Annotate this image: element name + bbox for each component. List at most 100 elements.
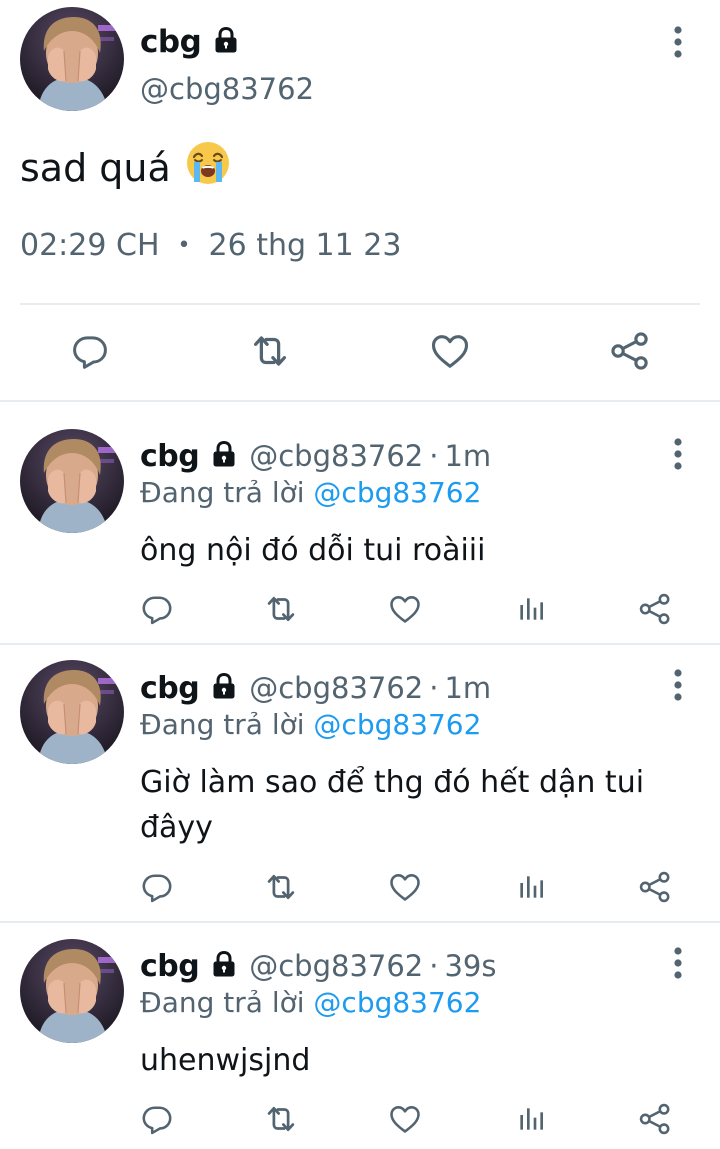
header-separator: · (429, 949, 439, 983)
main-tweet: cbg @cbg83762 sad quá 02:29 CH • 26 thg … (0, 0, 720, 401)
retweet-icon (262, 590, 300, 632)
share-button[interactable] (633, 1099, 677, 1143)
lock-icon (209, 671, 239, 705)
like-button[interactable] (383, 867, 427, 911)
avatar[interactable] (20, 429, 124, 533)
divider (20, 303, 700, 305)
reply-button[interactable] (66, 325, 114, 381)
share-icon (637, 1101, 673, 1141)
reply-tweet[interactable]: cbg @cbg83762 · 1m Đang trả lời @cbg8376… (0, 645, 720, 921)
author-name[interactable]: cbg (140, 671, 200, 706)
retweet-icon (247, 328, 293, 378)
like-button[interactable] (383, 1099, 427, 1143)
replying-to-label: Đang trả lời (140, 476, 305, 509)
tweet-text-content: sad quá (20, 145, 171, 190)
reply-tweet[interactable]: cbg @cbg83762 · 1m Đang trả lời @cbg8376… (0, 402, 720, 643)
reply-button[interactable] (135, 1099, 179, 1143)
reply-text: uhenwjsjnd (140, 1043, 311, 1078)
replying-to-mention[interactable]: @cbg83762 (313, 986, 481, 1019)
author-handle[interactable]: @cbg83762 (249, 949, 423, 983)
reply-bubble-icon (69, 330, 111, 376)
bar-chart-icon (515, 871, 547, 907)
retweet-button[interactable] (259, 1099, 303, 1143)
reply-text: ông nội đó dỗi tui roàiii (140, 533, 486, 568)
reply-time[interactable]: 39s (444, 949, 496, 983)
lock-icon (209, 439, 239, 473)
reply-header: cbg @cbg83762 · 1m (140, 434, 491, 478)
share-icon (608, 329, 652, 377)
reply-header: cbg @cbg83762 · 39s (140, 944, 496, 988)
tweet-date: 26 thg 11 23 (208, 228, 402, 263)
reply-time[interactable]: 1m (444, 439, 491, 473)
lock-icon (209, 949, 239, 983)
more-vertical-icon (664, 457, 692, 476)
share-icon (637, 591, 673, 631)
author-handle[interactable]: @cbg83762 (249, 671, 423, 705)
tweet-time: 02:29 CH (20, 228, 160, 263)
author-name[interactable]: cbg (140, 949, 200, 984)
share-button[interactable] (633, 589, 677, 633)
retweet-icon (262, 1100, 300, 1142)
more-vertical-icon (664, 966, 692, 985)
more-options-button[interactable] (664, 667, 692, 703)
lock-icon (211, 25, 241, 59)
views-button[interactable] (509, 1099, 553, 1143)
share-icon (637, 869, 673, 909)
more-options-button[interactable] (664, 945, 692, 981)
reply-bubble-icon (139, 1101, 175, 1141)
reply-button[interactable] (135, 589, 179, 633)
more-options-button[interactable] (664, 24, 692, 60)
more-options-button[interactable] (664, 436, 692, 472)
views-button[interactable] (509, 867, 553, 911)
reply-actions (0, 1099, 720, 1143)
heart-icon (387, 591, 423, 631)
like-button[interactable] (426, 325, 474, 381)
more-vertical-icon (664, 688, 692, 707)
bar-chart-icon (515, 1103, 547, 1139)
header-separator: · (429, 439, 439, 473)
retweet-button[interactable] (259, 867, 303, 911)
reply-tweet[interactable]: cbg @cbg83762 · 39s Đang trả lời @cbg837… (0, 923, 720, 1149)
avatar[interactable] (20, 7, 124, 111)
replying-to: Đang trả lời @cbg83762 (140, 708, 481, 741)
retweet-icon (262, 868, 300, 910)
replying-to-mention[interactable]: @cbg83762 (313, 708, 481, 741)
retweet-button[interactable] (259, 589, 303, 633)
heart-icon (387, 1101, 423, 1141)
more-vertical-icon (664, 45, 692, 64)
meta-separator: • (177, 233, 191, 258)
replying-to: Đang trả lời @cbg83762 (140, 476, 481, 509)
replying-to: Đang trả lời @cbg83762 (140, 986, 481, 1019)
author-name[interactable]: cbg (140, 439, 200, 474)
reply-actions (0, 867, 720, 911)
share-button[interactable] (633, 867, 677, 911)
reply-button[interactable] (135, 867, 179, 911)
author-handle[interactable]: @cbg83762 (249, 439, 423, 473)
reply-bubble-icon (139, 591, 175, 631)
avatar[interactable] (20, 660, 124, 764)
avatar[interactable] (20, 939, 124, 1043)
reply-text: Giờ làm sao để thg đó hết dận tui đâyy (140, 765, 645, 845)
replying-to-mention[interactable]: @cbg83762 (313, 476, 481, 509)
bar-chart-icon (515, 593, 547, 629)
author-name[interactable]: cbg (140, 24, 202, 60)
tweet-timestamp[interactable]: 02:29 CH • 26 thg 11 23 (20, 228, 401, 263)
heart-icon (428, 329, 472, 377)
replying-to-label: Đang trả lời (140, 708, 305, 741)
reply-time[interactable]: 1m (444, 671, 491, 705)
heart-icon (387, 869, 423, 909)
views-button[interactable] (509, 589, 553, 633)
main-tweet-actions (0, 325, 720, 381)
like-button[interactable] (383, 589, 427, 633)
reply-actions (0, 589, 720, 633)
share-button[interactable] (606, 325, 654, 381)
tweet-text: sad quá (20, 140, 231, 195)
author-name-row[interactable]: cbg (140, 20, 241, 64)
reply-header: cbg @cbg83762 · 1m (140, 666, 491, 710)
replying-to-label: Đang trả lời (140, 986, 305, 1019)
retweet-button[interactable] (246, 325, 294, 381)
tweet-thread: cbg @cbg83762 sad quá 02:29 CH • 26 thg … (0, 0, 720, 1149)
author-handle[interactable]: @cbg83762 (140, 72, 314, 106)
loudly-crying-face-emoji (185, 140, 231, 195)
header-separator: · (429, 671, 439, 705)
